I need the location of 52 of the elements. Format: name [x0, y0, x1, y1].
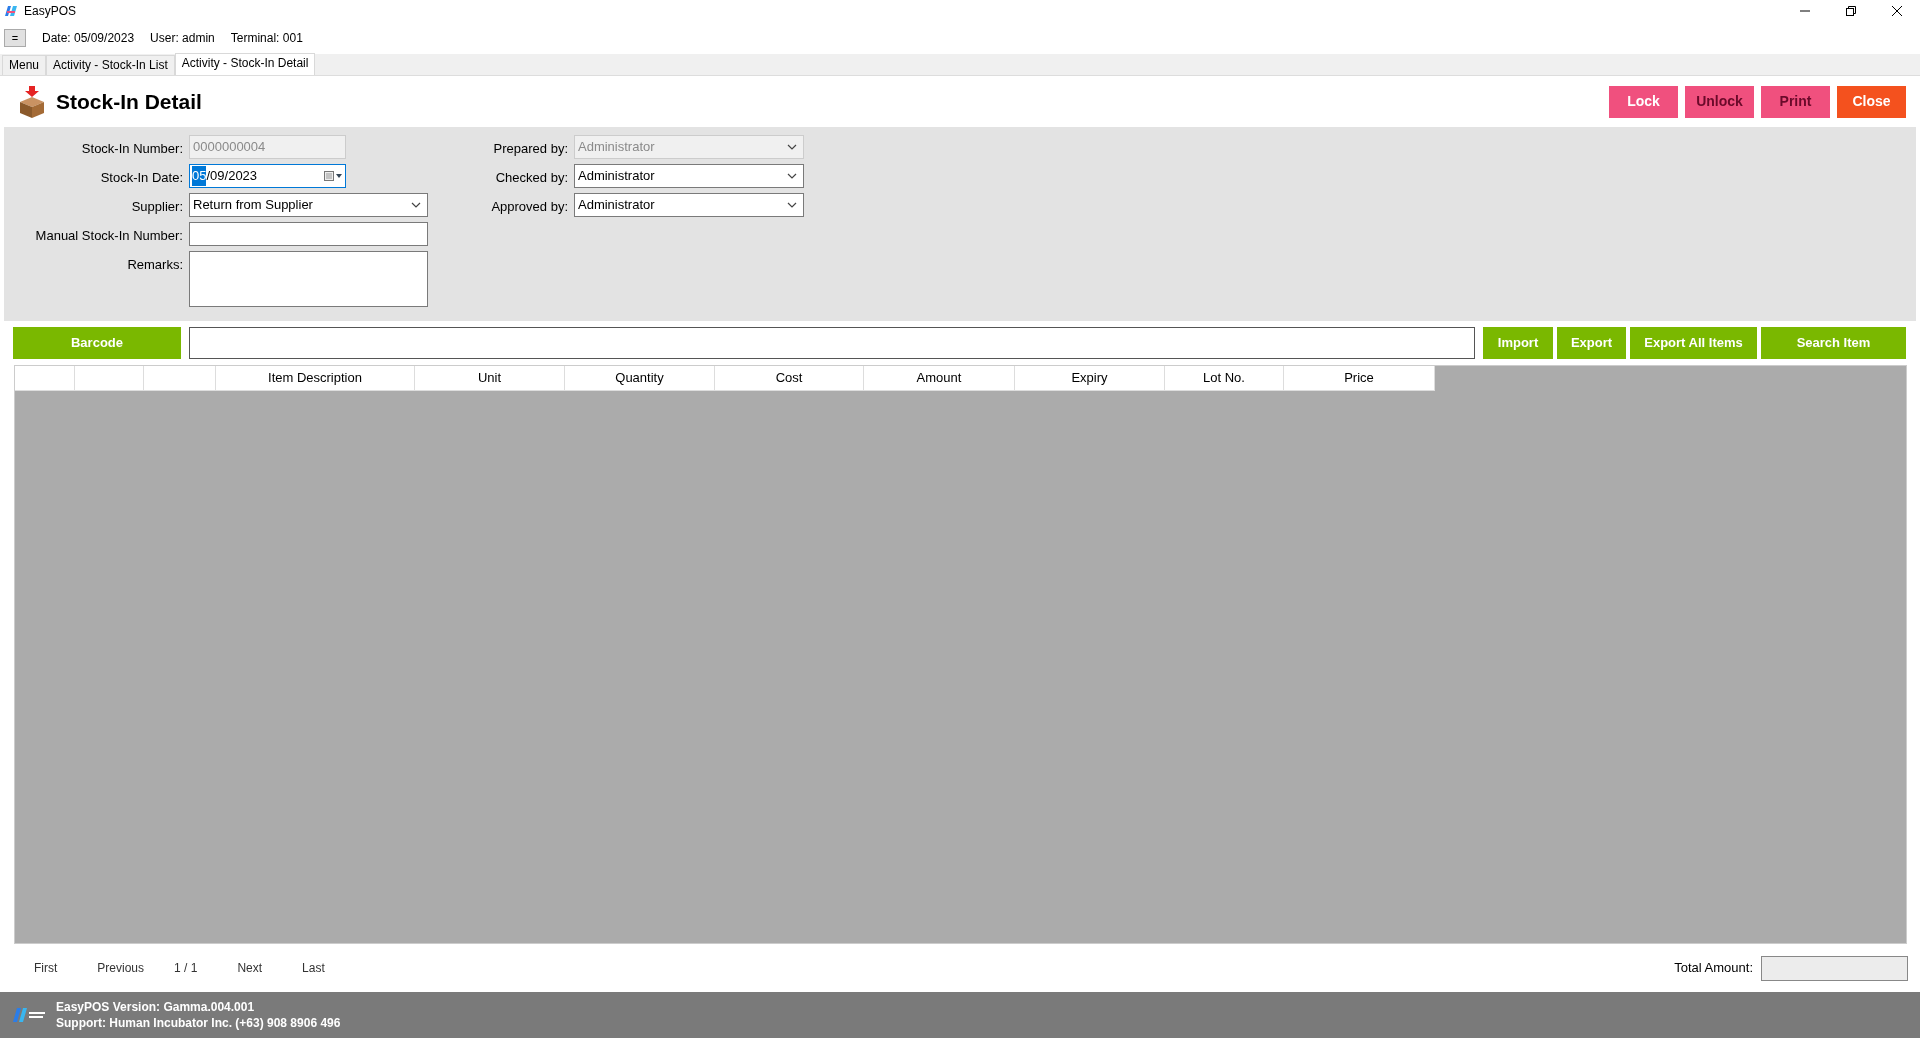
page-title: Stock-In Detail [56, 88, 202, 115]
input-field[interactable] [189, 222, 428, 246]
tab[interactable]: Activity - Stock-In List [46, 55, 175, 75]
tab[interactable]: Menu [2, 55, 47, 75]
box-icon [18, 85, 46, 118]
dropdown[interactable]: Administrator [574, 193, 804, 217]
column-header: Amount [864, 366, 1015, 391]
window-title: EasyPOS [24, 3, 77, 20]
app-logo-icon [4, 5, 18, 17]
page-indicator: 1 / 1 [174, 960, 198, 977]
field-label: Stock-In Number: [80, 140, 183, 158]
company-logo-icon [12, 1007, 46, 1023]
column-header [144, 366, 216, 391]
menu-button[interactable]: = [4, 29, 26, 47]
next-link[interactable]: Next [237, 959, 263, 977]
total-label: Total Amount: [1674, 959, 1753, 978]
column-header [75, 366, 144, 391]
column-header: Item Description [216, 366, 415, 391]
field-label: Remarks: [126, 256, 183, 274]
close-icon [1892, 6, 1902, 16]
chevron-icon [787, 144, 797, 150]
column-header: Expiry [1015, 366, 1165, 391]
status-text: EasyPOS Version: Gamma.004.001 [56, 999, 256, 1015]
first-link[interactable]: First [34, 959, 58, 977]
dropdown[interactable]: Return from Supplier [189, 193, 428, 217]
dropdown[interactable]: Administrator [574, 164, 804, 188]
column-header: Price [1284, 366, 1435, 391]
info-text: Terminal: 001 [230, 30, 303, 47]
field-label: Stock-In Date: [99, 169, 183, 187]
info-text: User: admin [150, 30, 215, 47]
remarks-field[interactable] [189, 251, 428, 307]
chevron-icon [411, 202, 421, 208]
chevron-icon [787, 173, 797, 179]
info-text: Date: 05/09/2023 [42, 30, 135, 47]
field-label: Prepared by: [492, 140, 568, 158]
previous-link[interactable]: Previous [97, 959, 144, 977]
column-header: Unit [415, 366, 565, 391]
field-label: Approved by: [490, 198, 568, 216]
last-link[interactable]: Last [302, 959, 325, 977]
column-header: Lot No. [1165, 366, 1284, 391]
status-text: Support: Human Incubator Inc. (+63) 908 8906 496 [56, 1015, 341, 1031]
restore-icon [1846, 6, 1856, 16]
calendar-icon [324, 171, 342, 181]
field-label: Manual Stock-In Number: [34, 227, 183, 245]
tab[interactable]: Activity - Stock-In Detail [174, 53, 316, 75]
column-header: Quantity [565, 366, 715, 391]
column-header: Cost [715, 366, 864, 391]
barcode-field[interactable] [189, 327, 1475, 359]
chevron-icon [787, 202, 797, 208]
column-header [15, 366, 75, 391]
field-label: Checked by: [494, 169, 568, 187]
field-label: Supplier: [130, 198, 183, 216]
